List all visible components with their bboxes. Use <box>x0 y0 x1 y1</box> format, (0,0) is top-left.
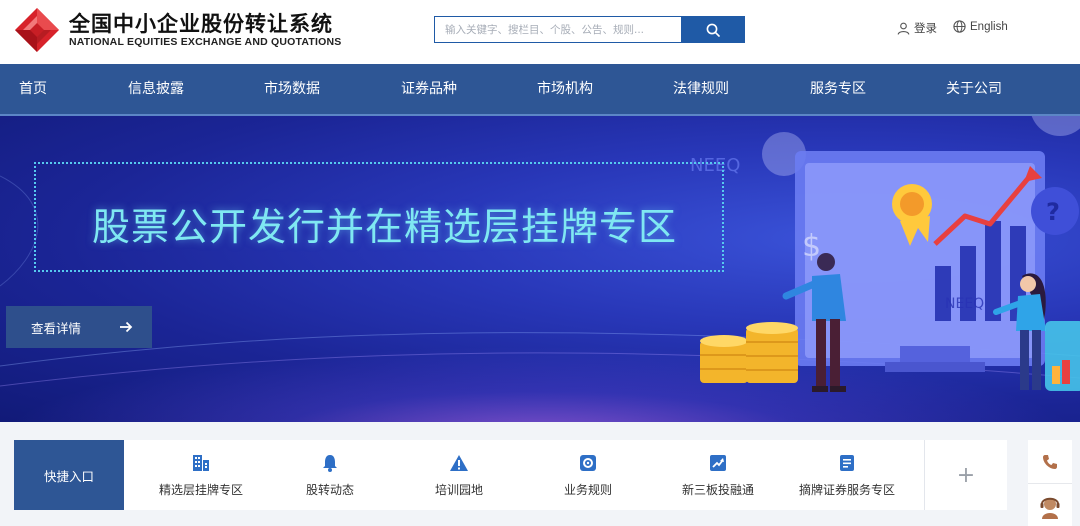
quick-access-label: 快捷入口 <box>14 440 124 510</box>
nav-item-market-data[interactable]: 市场数据 <box>264 64 320 114</box>
nav-item-services[interactable]: 服务专区 <box>810 64 866 114</box>
arrow-right-icon <box>120 321 133 333</box>
search-input[interactable] <box>435 17 682 42</box>
svg-text:?: ? <box>1046 198 1060 226</box>
login-link[interactable]: 登录 <box>897 20 937 36</box>
login-label: 登录 <box>914 21 937 35</box>
quick-add-button[interactable]: + <box>924 440 1007 510</box>
quick-item-label: 摘牌证券服务专区 <box>798 482 895 497</box>
view-details-button[interactable]: 查看详情 <box>6 306 152 348</box>
nav-item-rules[interactable]: 法律规则 <box>673 64 729 114</box>
bell-icon <box>323 454 337 472</box>
nav-item-home[interactable]: 首页 <box>19 64 47 114</box>
quick-item-label: 精选层挂牌专区 <box>158 482 243 497</box>
neeq-logo-icon[interactable] <box>14 7 60 53</box>
quick-item-label: 培训园地 <box>434 482 483 497</box>
phone-service-button[interactable] <box>1028 440 1072 484</box>
language-label: English <box>970 20 1008 33</box>
quick-item-label: 新三板投融通 <box>681 482 754 497</box>
quick-access-bar: 快捷入口 精选层挂牌专区 股转动态 培训园地 业务规则 新三板投融通 摘牌证券服… <box>14 440 1007 510</box>
quick-item-selected-tier[interactable]: 精选层挂牌专区 <box>148 440 254 510</box>
main-nav: 首页 信息披露 市场数据 证券品种 市场机构 法律规则 服务专区 关于公司 <box>0 64 1080 116</box>
user-icon <box>897 22 910 35</box>
logo-english-name[interactable]: NATIONAL EQUITIES EXCHANGE AND QUOTATION… <box>69 36 341 48</box>
phone-icon <box>1043 454 1057 469</box>
nav-item-disclosure[interactable]: 信息披露 <box>128 64 184 114</box>
search-box <box>434 16 745 43</box>
nav-item-institutions[interactable]: 市场机构 <box>537 64 593 114</box>
side-service-panel <box>1028 440 1072 526</box>
nav-item-about[interactable]: 关于公司 <box>946 64 1002 114</box>
banner-art-neeq-text-2: NEEQ <box>945 296 984 312</box>
quick-item-label: 业务规则 <box>563 482 612 497</box>
trend-chart-icon <box>710 454 726 471</box>
search-icon <box>706 23 720 37</box>
quick-item-delisted-services[interactable]: 摘牌证券服务专区 <box>792 440 902 510</box>
document-icon <box>840 454 854 471</box>
quick-item-business-rules[interactable]: 业务规则 <box>548 440 628 510</box>
warning-icon <box>450 454 468 471</box>
nav-item-securities[interactable]: 证券品种 <box>401 64 457 114</box>
logo-chinese-name[interactable]: 全国中小企业股份转让系统 <box>69 8 333 38</box>
language-switch[interactable]: English <box>953 20 1008 33</box>
search-button[interactable] <box>681 17 744 42</box>
view-details-label: 查看详情 <box>31 320 82 336</box>
quick-item-neeq-news[interactable]: 股转动态 <box>290 440 370 510</box>
customer-service-icon <box>1040 497 1060 519</box>
quick-item-label: 股转动态 <box>305 482 354 497</box>
gear-icon <box>580 454 596 471</box>
quick-item-training[interactable]: 培训园地 <box>419 440 499 510</box>
hero-banner[interactable]: ? NEEQ NEEQ $ 股票公开发行并在精选层挂牌专区 查看详情 <box>0 116 1080 422</box>
quick-item-investment-finance[interactable]: 新三板投融通 <box>674 440 762 510</box>
banner-title: 股票公开发行并在精选层挂牌专区 <box>92 205 678 249</box>
globe-icon <box>953 20 966 33</box>
customer-service-button[interactable] <box>1028 486 1072 526</box>
building-icon <box>193 454 209 471</box>
site-header: 全国中小企业股份转让系统 NATIONAL EQUITIES EXCHANGE … <box>0 0 1080 64</box>
